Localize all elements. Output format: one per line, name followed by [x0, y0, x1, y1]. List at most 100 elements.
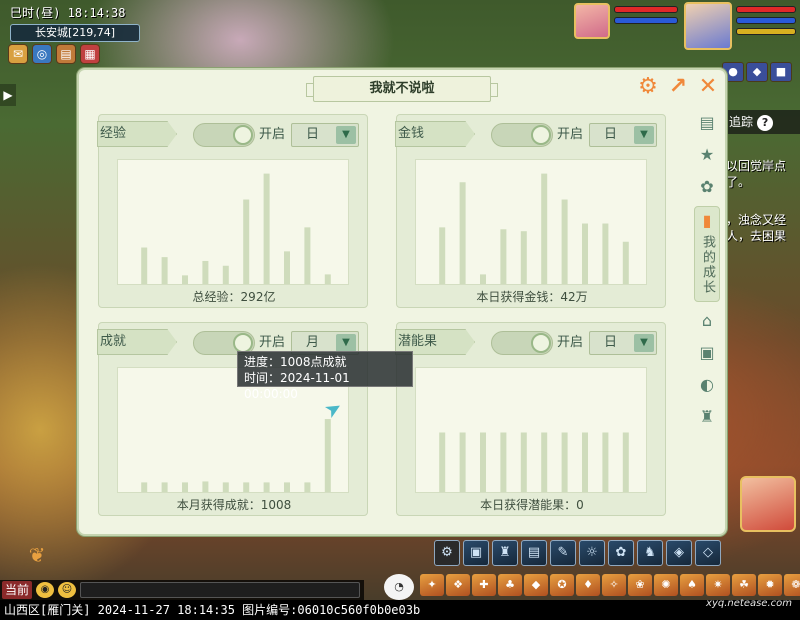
chevron-down-icon[interactable]: ▼ — [634, 126, 654, 144]
item-slot[interactable]: ☘ — [732, 574, 756, 596]
fox-icon[interactable]: ◔ — [384, 574, 414, 600]
microphone-icon[interactable]: ◉ — [36, 582, 55, 598]
calendar-icon[interactable]: ▦ — [80, 44, 100, 64]
chart-bar[interactable] — [222, 265, 229, 284]
item-slot[interactable]: ✚ — [472, 574, 496, 596]
skill-slot[interactable]: ◇ — [695, 540, 721, 566]
chat-channel[interactable]: 当前 — [2, 581, 33, 599]
item-slot[interactable]: ❀ — [628, 574, 652, 596]
chevron-down-icon[interactable]: ▼ — [634, 334, 654, 352]
chart-bar[interactable] — [520, 432, 527, 492]
chart-bar[interactable] — [182, 275, 188, 284]
chart-bar[interactable] — [284, 251, 290, 284]
skill-slot[interactable]: ☼ — [579, 540, 605, 566]
enable-toggle[interactable] — [491, 331, 553, 355]
expand-arrow-icon[interactable]: ▶ — [0, 84, 16, 106]
chart-bar[interactable] — [500, 229, 507, 284]
enable-toggle[interactable] — [193, 123, 255, 147]
chart-bar[interactable] — [304, 482, 311, 492]
item-slot[interactable]: ✺ — [654, 574, 678, 596]
star-icon[interactable]: ★ — [694, 142, 720, 168]
map-location[interactable]: 长安城[219,74] — [10, 24, 140, 42]
item-slot[interactable]: ✹ — [758, 574, 782, 596]
chart-bar[interactable] — [541, 432, 548, 492]
popout-icon[interactable]: ↗ — [665, 74, 691, 100]
skill-slot[interactable]: ▤ — [521, 540, 547, 566]
chart-bar[interactable] — [263, 482, 270, 492]
skill-slot[interactable]: ◈ — [666, 540, 692, 566]
chart-bar[interactable] — [602, 223, 609, 284]
chart-bar[interactable] — [622, 241, 629, 284]
chart-bar[interactable] — [263, 173, 270, 284]
quest-text[interactable]: ，浊念又经人，去困果 — [726, 212, 800, 244]
pet-avatar[interactable] — [574, 3, 610, 39]
chart-bar[interactable] — [202, 481, 209, 492]
period-select[interactable]: 日 ▼ — [291, 123, 359, 147]
chart-bar[interactable] — [480, 432, 486, 492]
chart-bar[interactable] — [480, 274, 486, 284]
period-select[interactable]: 日 ▼ — [589, 123, 657, 147]
item-slot[interactable]: ♦ — [576, 574, 600, 596]
gear-icon[interactable]: ⚙ — [635, 74, 661, 100]
item-slot[interactable]: ❖ — [446, 574, 470, 596]
skill-slot[interactable]: ▣ — [463, 540, 489, 566]
player-avatar[interactable] — [684, 2, 732, 50]
paw-icon[interactable]: ✿ — [694, 174, 720, 200]
scroll-icon[interactable]: ▤ — [56, 44, 76, 64]
enable-toggle[interactable] — [491, 123, 553, 147]
help-icon[interactable]: ? — [757, 115, 774, 131]
item-slot[interactable]: ♠ — [680, 574, 704, 596]
item-slot[interactable]: ✷ — [706, 574, 730, 596]
chart-bar[interactable] — [439, 227, 446, 284]
box-icon[interactable]: ▣ — [694, 340, 720, 366]
buff-icon[interactable]: ◆ — [746, 62, 768, 82]
globe-icon[interactable]: ◎ — [32, 44, 52, 64]
item-slot[interactable]: ◆ — [524, 574, 548, 596]
chart-bar[interactable] — [324, 274, 331, 284]
chart-bar[interactable] — [304, 227, 311, 284]
skill-slot[interactable]: ✎ — [550, 540, 576, 566]
chart-bar[interactable] — [243, 199, 250, 284]
chart-bar[interactable] — [459, 432, 466, 492]
chart-bar[interactable] — [284, 482, 290, 492]
skill-slot[interactable]: ♜ — [492, 540, 518, 566]
envelope-icon[interactable]: ✉ — [8, 44, 28, 64]
chart-bar[interactable] — [182, 482, 188, 492]
chart-bar[interactable] — [520, 231, 527, 284]
chart-bar[interactable] — [141, 247, 148, 284]
chevron-down-icon[interactable]: ▼ — [336, 334, 356, 352]
npc-portrait[interactable] — [740, 476, 796, 532]
chat-input[interactable] — [80, 582, 360, 598]
chart-bar[interactable] — [602, 432, 609, 492]
pet-summon-icon[interactable]: ❦ — [22, 540, 52, 570]
item-slot[interactable]: ♣ — [498, 574, 522, 596]
chart-bar[interactable] — [222, 482, 229, 492]
chart-bar[interactable] — [561, 199, 568, 284]
buff-icon[interactable]: ■ — [770, 62, 792, 82]
chart-bar[interactable] — [439, 432, 446, 492]
house-icon[interactable]: ⌂ — [694, 308, 720, 334]
chart-bar[interactable] — [161, 257, 168, 284]
item-slot[interactable]: ✦ — [420, 574, 444, 596]
skill-slot[interactable]: ♞ — [637, 540, 663, 566]
quest-text[interactable]: 以回觉岸点了。 — [726, 158, 800, 190]
chart-bar[interactable] — [243, 482, 250, 492]
item-slot[interactable]: ❁ — [784, 574, 800, 596]
chart-bar[interactable] — [622, 432, 629, 492]
chart-bar[interactable] — [459, 182, 466, 284]
skill-slot[interactable]: ✿ — [608, 540, 634, 566]
chart-bar[interactable] — [582, 432, 588, 492]
chart-bar[interactable] — [561, 432, 568, 492]
chevron-down-icon[interactable]: ▼ — [336, 126, 356, 144]
item-slot[interactable]: ✧ — [602, 574, 626, 596]
chart-bar[interactable] — [202, 260, 209, 284]
tab-my-growth[interactable]: ▮ 我的成长 — [694, 206, 720, 302]
quest-tracker-header[interactable]: 追踪? — [726, 110, 800, 134]
chat-bubble-icon[interactable]: ▤ — [694, 110, 720, 136]
chart-bar[interactable] — [500, 432, 507, 492]
item-slot[interactable]: ✪ — [550, 574, 574, 596]
shirt-icon[interactable]: ♜ — [694, 404, 720, 430]
chart-bar[interactable] — [541, 173, 548, 284]
emoji-icon[interactable]: ☺ — [58, 582, 77, 598]
chart-bar[interactable] — [161, 482, 168, 492]
